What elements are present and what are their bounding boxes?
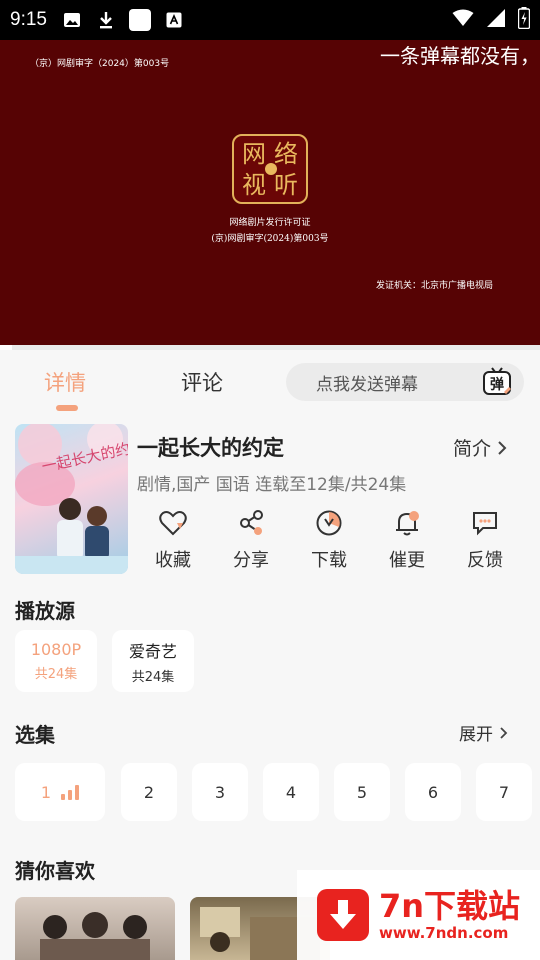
status-time: 9:15 xyxy=(10,9,47,30)
recommend-title: 猜你喜欢 xyxy=(15,859,95,883)
playing-indicator-icon xyxy=(61,784,80,800)
license-number-top: （京）网剧审字（2024）第003号 xyxy=(30,59,170,69)
video-player[interactable]: （京）网剧审字（2024）第003号 一条弹幕都没有， 网 络 视 听 网络剧片… xyxy=(0,40,540,347)
action-label: 分享 xyxy=(233,550,269,571)
source-count: 共24集 xyxy=(131,669,175,685)
episode-number: 2 xyxy=(143,782,155,802)
favorite-button[interactable]: 收藏 xyxy=(143,508,203,572)
episode-number: 1 xyxy=(40,782,52,802)
action-label: 下载 xyxy=(311,550,347,571)
license-title: 网络剧片发行许可证 xyxy=(229,218,311,228)
watermark-url: www.7ndn.com xyxy=(379,924,509,942)
recommend-card[interactable] xyxy=(15,897,175,960)
share-button[interactable]: 分享 xyxy=(221,508,281,572)
show-meta: 剧情,国产 国语 连载至12集/共24集 xyxy=(137,475,407,495)
intro-label: 简介 xyxy=(453,438,492,460)
sources-title: 播放源 xyxy=(15,599,75,623)
source-list: 1080P 共24集 爱奇艺 共24集 xyxy=(15,630,194,692)
episode-number: 5 xyxy=(356,782,368,802)
battery-icon xyxy=(517,7,531,33)
tab-active-indicator xyxy=(56,405,78,411)
danmaku-placeholder: 点我发送弹幕 xyxy=(316,374,418,395)
status-bar: 9:15 xyxy=(0,0,540,40)
bell-icon xyxy=(392,508,422,538)
episode-item[interactable]: 5 xyxy=(334,763,390,821)
app-notification-icon xyxy=(128,9,151,31)
progress-handle[interactable] xyxy=(0,345,12,350)
danmaku-button-label: 弹 xyxy=(490,376,504,393)
font-icon xyxy=(163,9,185,31)
license-issuer: 发证机关：北京市广播电视局 xyxy=(376,281,494,291)
network-av-seal-logo: 网 络 视 听 xyxy=(232,134,308,204)
chevron-right-icon xyxy=(500,726,508,739)
danmaku-message: 一条弹幕都没有， xyxy=(380,44,540,68)
detail-tabs: 详情 评论 点我发送弹幕 弹 xyxy=(0,351,540,413)
download-button[interactable]: 下载 xyxy=(299,508,359,572)
expand-label: 展开 xyxy=(459,725,493,745)
danmaku-input[interactable]: 点我发送弹幕 弹 xyxy=(286,363,524,401)
tab-comment-label: 评论 xyxy=(181,371,223,395)
tab-detail-label: 详情 xyxy=(44,371,86,395)
license-number: (京)网剧审字(2024)第003号 xyxy=(211,234,329,244)
intro-link[interactable]: 简介 xyxy=(453,434,507,461)
source-item[interactable]: 1080P 共24集 xyxy=(15,630,97,692)
feedback-button[interactable]: 反馈 xyxy=(455,508,515,572)
episode-number: 7 xyxy=(498,782,510,802)
show-poster[interactable]: 一起长大的约定 xyxy=(15,424,128,574)
seal-play-icon xyxy=(265,163,277,175)
episode-item[interactable]: 6 xyxy=(405,763,461,821)
download-icon xyxy=(314,508,344,538)
download-arrow-logo-icon xyxy=(317,889,369,941)
signal-icon xyxy=(486,8,506,32)
tab-detail[interactable]: 详情 xyxy=(44,367,86,411)
heart-icon xyxy=(158,508,188,538)
action-label: 催更 xyxy=(389,550,425,571)
episode-list: 1 2 3 4 5 6 7 xyxy=(15,763,540,821)
source-name: 爱奇艺 xyxy=(128,641,177,661)
feedback-icon xyxy=(470,508,500,538)
episodes-title: 选集 xyxy=(15,723,55,747)
seal-char: 视 xyxy=(242,170,266,199)
chevron-right-icon xyxy=(498,440,507,455)
danmaku-toggle-icon[interactable]: 弹 xyxy=(482,366,514,398)
episode-number: 3 xyxy=(214,782,226,802)
episode-item[interactable]: 1 xyxy=(15,763,105,821)
source-item[interactable]: 爱奇艺 共24集 xyxy=(112,630,194,692)
share-icon xyxy=(236,508,266,538)
action-bar: 收藏 分享 下载 催更 反馈 xyxy=(137,508,527,578)
seal-char: 听 xyxy=(274,170,298,199)
wifi-icon xyxy=(452,9,474,31)
episode-item[interactable]: 2 xyxy=(121,763,177,821)
source-count: 共24集 xyxy=(34,667,78,682)
action-label: 收藏 xyxy=(155,550,191,571)
tab-comment[interactable]: 评论 xyxy=(181,367,223,397)
episode-item[interactable]: 4 xyxy=(263,763,319,821)
expand-episodes-button[interactable]: 展开 xyxy=(459,720,508,745)
gallery-icon xyxy=(61,9,83,31)
episode-item[interactable]: 7 xyxy=(476,763,532,821)
source-name: 1080P xyxy=(30,640,82,659)
episode-item[interactable]: 3 xyxy=(192,763,248,821)
progress-bar[interactable] xyxy=(0,345,540,350)
episode-number: 4 xyxy=(285,782,297,802)
show-title: 一起长大的约定 xyxy=(137,436,284,460)
action-label: 反馈 xyxy=(467,550,503,571)
remind-update-button[interactable]: 催更 xyxy=(377,508,437,572)
seal-char: 网 xyxy=(242,139,266,168)
download-status-icon xyxy=(95,9,117,31)
watermark-brand: 7n下载站 xyxy=(379,887,521,925)
episode-number: 6 xyxy=(427,782,439,802)
site-watermark: 7n下载站 www.7ndn.com xyxy=(297,870,540,960)
